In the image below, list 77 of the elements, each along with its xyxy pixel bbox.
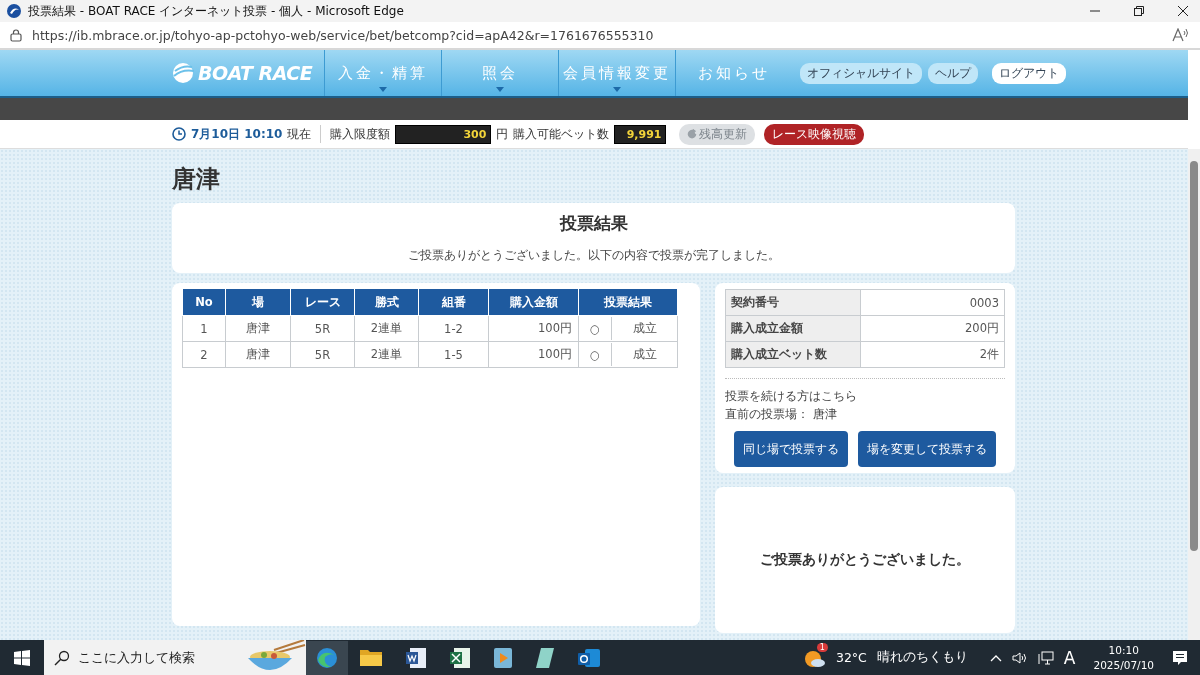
card-title: 投票結果 [559, 212, 628, 235]
table-cell: 1-2 [418, 315, 489, 342]
tablet-icon[interactable] [535, 646, 555, 669]
result-mark: ○ [579, 317, 612, 340]
vote-button[interactable]: 場を変更して投票する [858, 431, 996, 467]
logout-link[interactable]: ログアウト [992, 62, 1066, 84]
network-icon[interactable] [1037, 650, 1054, 665]
scrollbar[interactable] [1188, 149, 1200, 640]
current-datetime: 7月10日 10:10 [191, 125, 283, 143]
table-cell: 5R [290, 315, 355, 342]
summary-value: 0003 [860, 289, 1005, 316]
column-header: 投票結果 [578, 289, 678, 316]
close-icon[interactable] [1178, 6, 1188, 16]
summary-value: 2件 [860, 341, 1005, 368]
limit-label: 購入限度額 [330, 126, 391, 142]
result-mark: ○ [579, 343, 612, 366]
table-cell: 2連単 [354, 341, 419, 368]
column-header: 場 [225, 289, 291, 316]
document-icon[interactable] [405, 646, 427, 669]
column-header: 組番 [418, 289, 489, 316]
summary-label: 購入成立金額 [725, 315, 861, 342]
chevron-up-icon[interactable] [989, 653, 1002, 662]
column-header: 購入金額 [488, 289, 579, 316]
column-header: レース [290, 289, 355, 316]
notification-badge: 1 [816, 642, 828, 652]
video-button[interactable]: レース映像視聴 [764, 123, 865, 145]
temperature-text: 32°C [835, 650, 867, 665]
notification-icon[interactable] [1172, 649, 1188, 666]
input-method-indicator[interactable]: A [1063, 647, 1076, 668]
summary-value: 200円 [860, 315, 1005, 342]
folder-icon[interactable] [359, 647, 383, 668]
table-cell: 2 [182, 341, 226, 368]
table-cell: 2連単 [354, 315, 419, 342]
continue-text: 投票を続ける方はこちら [725, 388, 858, 405]
search-field[interactable]: ここに入力して検索 [44, 640, 306, 675]
table-cell: 100円 [488, 315, 579, 342]
browser-logo-icon [7, 4, 21, 18]
table-cell: 唐津 [225, 341, 291, 368]
summary-label: 契約番号 [725, 289, 861, 316]
clock-icon [172, 127, 186, 141]
start-icon[interactable] [14, 649, 30, 666]
bets-label: 購入可能ベット数 [513, 126, 610, 142]
column-header: No [182, 289, 226, 316]
page-title: 唐津 [172, 164, 221, 195]
header-link[interactable]: ヘルプ [928, 62, 978, 84]
summary-label: 購入成立ベット数 [725, 341, 861, 368]
search-icon [54, 649, 70, 666]
weather-text: 晴れのちくもり [876, 649, 968, 666]
result-text: 成立 [631, 347, 658, 362]
limit-value: 300 [395, 124, 492, 144]
speaker-icon[interactable] [1011, 650, 1028, 665]
table-cell: 100円 [488, 341, 579, 368]
column-header: 勝式 [354, 289, 419, 316]
spreadsheet-icon[interactable] [449, 646, 471, 669]
url-field[interactable]: https://ib.mbrace.or.jp/tohyo-ap-pctohyo-web/service/bet/betcomp?cid=apA42&r=1761676555310 [32, 27, 654, 43]
table-cell: 5R [290, 341, 355, 368]
lock-icon[interactable] [10, 28, 22, 42]
table-cell: 1 [182, 315, 226, 342]
previous-venue-text: 直前の投票場： 唐津 [725, 406, 838, 423]
media-player-icon[interactable] [493, 646, 513, 669]
mail-icon[interactable] [577, 646, 601, 669]
unit-label: 円 [496, 126, 509, 142]
now-label: 現在 [287, 126, 312, 142]
bets-value: 9,991 [614, 124, 667, 144]
thanks-message: ご投票ありがとうございました。 [760, 551, 970, 569]
header-link[interactable]: オフィシャルサイト [800, 62, 922, 84]
table-cell: 唐津 [225, 315, 291, 342]
table-cell: 1-5 [418, 341, 489, 368]
clock[interactable]: 10:10 2025/07/10 [1093, 642, 1154, 673]
vote-button[interactable]: 同じ場で投票する [734, 431, 848, 467]
restore-icon[interactable] [1134, 6, 1144, 16]
window-title: 投票結果 - BOAT RACE インターネット投票 - 個人 - Microsoft Edge [28, 2, 404, 20]
refresh-icon [687, 129, 698, 139]
browser-icon[interactable] [306, 640, 348, 675]
read-aloud-icon[interactable] [1172, 28, 1190, 42]
result-text: 成立 [631, 321, 658, 336]
completion-message: ご投票ありがとうございました。以下の内容で投票が完了しました。 [407, 247, 780, 264]
